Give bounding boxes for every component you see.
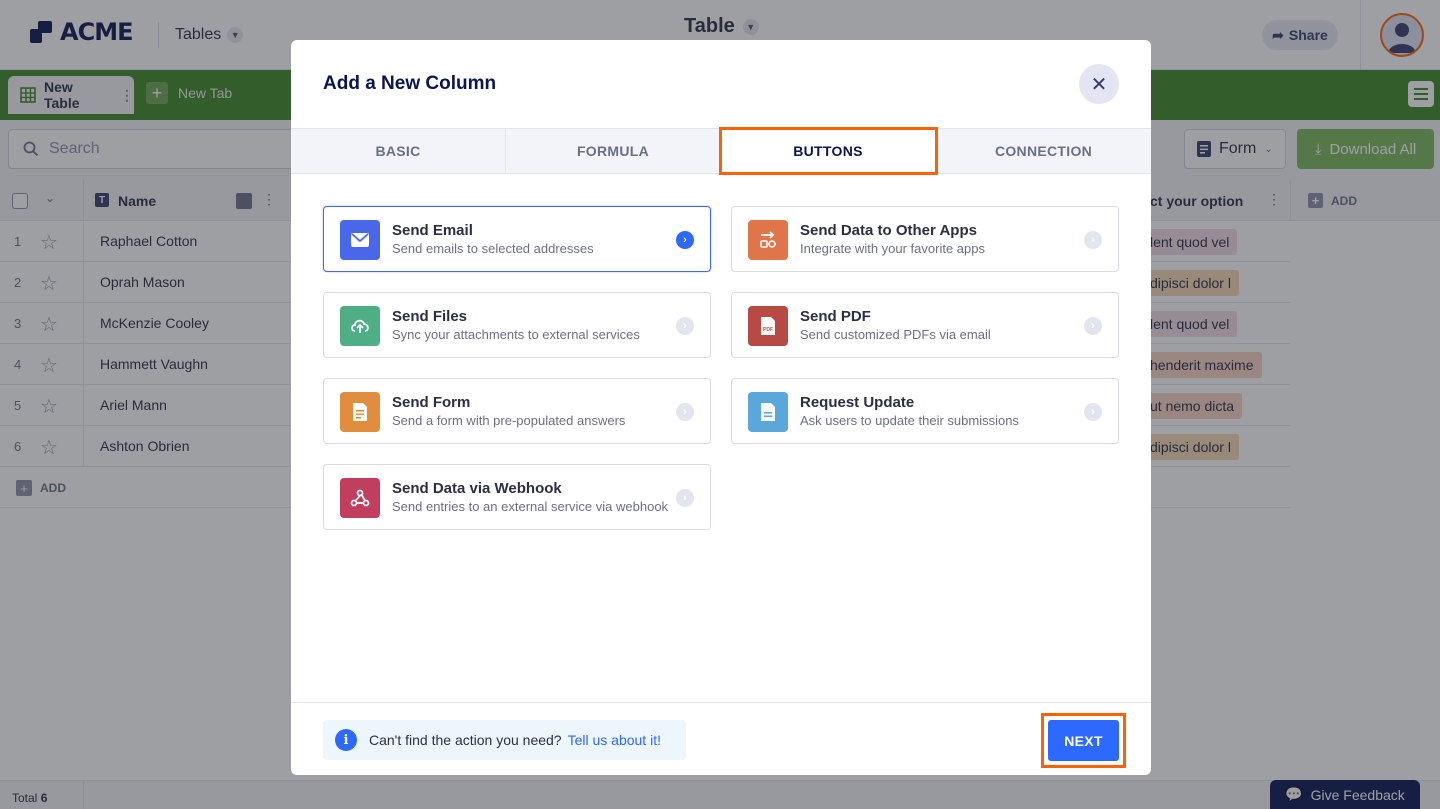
card-title: Send Data to Other Apps — [800, 222, 977, 239]
webhook-icon — [340, 478, 380, 518]
tab-basic[interactable]: BASIC — [291, 129, 506, 173]
chevron-right-icon: › — [676, 489, 694, 507]
action-card-send-pdf[interactable]: PDF Send PDF Send customized PDFs via emai… — [731, 292, 1119, 358]
card-title: Send Data via Webhook — [392, 480, 562, 497]
card-description: Sync your attachments to external servic… — [392, 327, 640, 342]
info-banner: i Can't find the action you need? Tell u… — [323, 720, 686, 760]
info-icon: i — [335, 729, 357, 751]
apps-icon — [748, 220, 788, 260]
card-title: Request Update — [800, 394, 915, 411]
card-description: Send entries to an external service via … — [392, 499, 669, 514]
tab-connection[interactable]: CONNECTION — [936, 129, 1151, 173]
tab-formula[interactable]: FORMULA — [506, 129, 721, 173]
tab-buttons[interactable]: BUTTONS — [719, 127, 938, 175]
card-description: Send emails to selected addresses — [392, 241, 594, 256]
card-title: Send Email — [392, 222, 473, 239]
close-button[interactable]: ✕ — [1079, 64, 1119, 104]
card-description: Send customized PDFs via email — [800, 327, 991, 342]
close-icon: ✕ — [1090, 73, 1108, 96]
pdf-icon: PDF — [748, 306, 788, 346]
action-card-send-form[interactable]: Send Form Send a form with pre-populated … — [323, 378, 711, 444]
tell-us-link[interactable]: Tell us about it! — [568, 732, 661, 748]
next-button[interactable]: NEXT — [1048, 720, 1119, 761]
chevron-right-icon: › — [676, 403, 694, 421]
action-card-send-data-to-other-apps[interactable]: Send Data to Other Apps Integrate with yo… — [731, 206, 1119, 272]
card-title: Send PDF — [800, 308, 871, 325]
modal-footer: i Can't find the action you need? Tell u… — [291, 702, 1151, 775]
chevron-right-icon: › — [1084, 317, 1102, 335]
form-icon — [340, 392, 380, 432]
mail-icon — [340, 220, 380, 260]
chevron-right-icon: › — [1084, 403, 1102, 421]
info-text: Can't find the action you need? — [369, 732, 562, 748]
card-description: Send a form with pre-populated answers — [392, 413, 626, 428]
card-description: Integrate with your favorite apps — [800, 241, 985, 256]
add-column-modal: Add a New Column ✕ BASIC FORMULA BUTTONS CO… — [291, 40, 1151, 775]
card-description: Ask users to update their submissions — [800, 413, 1019, 428]
cloud-upload-icon — [340, 306, 380, 346]
next-button-highlight: NEXT — [1041, 713, 1126, 768]
card-title: Send Form — [392, 394, 471, 411]
document-icon — [748, 392, 788, 432]
modal-tabs: BASIC FORMULA BUTTONS CONNECTION — [291, 127, 1151, 175]
modal-title: Add a New Column — [323, 73, 497, 94]
action-card-send-data-via-webhook[interactable]: Send Data via Webhook Send entries to an … — [323, 464, 711, 530]
card-title: Send Files — [392, 308, 468, 325]
action-card-send-files[interactable]: Send Files Sync your attachments to exter… — [323, 292, 711, 358]
action-card-request-update[interactable]: Request Update Ask users to update their … — [731, 378, 1119, 444]
chevron-right-icon: › — [676, 231, 694, 249]
chevron-right-icon: › — [676, 317, 694, 335]
modal-header: Add a New Column ✕ — [291, 40, 1151, 128]
chevron-right-icon: › — [1084, 231, 1102, 249]
action-card-send-email[interactable]: Send Email Send emails to selected addres… — [323, 206, 711, 272]
svg-text:PDF: PDF — [763, 327, 773, 333]
